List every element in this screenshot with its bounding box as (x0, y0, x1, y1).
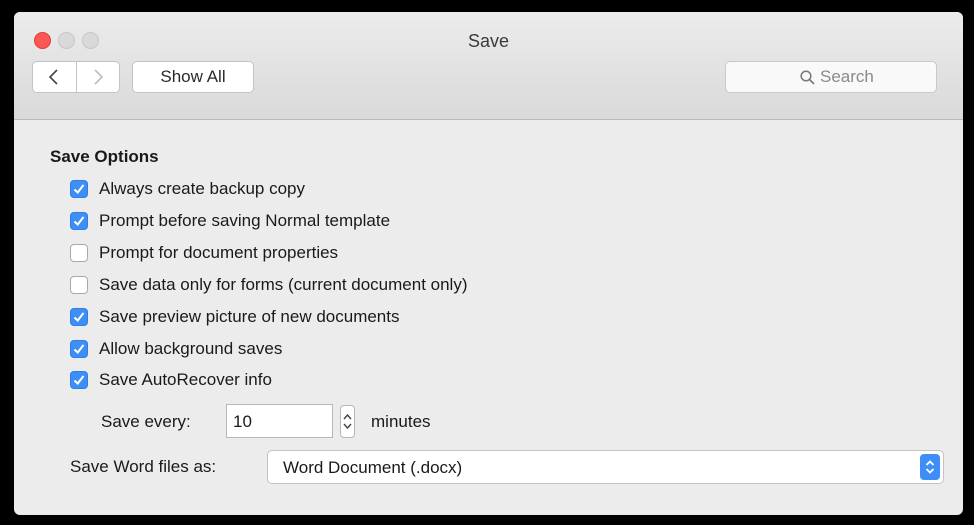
magnifier-icon (800, 70, 815, 85)
option-label: Allow background saves (99, 339, 283, 358)
checkmark-icon (73, 216, 85, 226)
save-every-input[interactable] (233, 411, 323, 433)
checkbox-unchecked[interactable] (70, 244, 88, 262)
navigation-group (32, 61, 120, 93)
file-format-popup[interactable]: Word Document (.docx) (267, 450, 944, 484)
search-field[interactable] (725, 61, 937, 93)
popup-arrow-button[interactable] (920, 454, 940, 480)
up-down-arrows-icon (925, 460, 935, 474)
title-bar: Save Show All (14, 12, 963, 120)
option-label: Save data only for forms (current docume… (99, 275, 468, 294)
file-format-value: Word Document (.docx) (283, 458, 463, 477)
option-label: Prompt for document properties (99, 243, 339, 262)
checkmark-icon (73, 344, 85, 354)
section-title: Save Options (50, 147, 159, 166)
forward-button[interactable] (77, 62, 120, 92)
preferences-window: Save Show All Save Options (14, 12, 963, 515)
checkbox-checked[interactable] (70, 340, 88, 358)
chevron-left-icon (48, 69, 58, 85)
minutes-label: minutes (371, 412, 431, 431)
checkmark-icon (73, 375, 85, 385)
minutes-stepper[interactable] (340, 405, 355, 438)
option-label: Save AutoRecover info (99, 370, 272, 389)
checkbox-unchecked[interactable] (70, 276, 88, 294)
search-input[interactable] (820, 66, 930, 88)
back-button[interactable] (33, 62, 77, 92)
option-label: Prompt before saving Normal template (99, 211, 391, 230)
checkmark-icon (73, 184, 85, 194)
chevron-right-icon (94, 69, 104, 85)
option-label: Save preview picture of new documents (99, 307, 400, 326)
save-every-field[interactable] (226, 404, 333, 438)
checkmark-icon (73, 312, 85, 322)
save-word-files-as-label: Save Word files as: (70, 457, 217, 476)
show-all-button[interactable]: Show All (132, 61, 254, 93)
checkbox-checked[interactable] (70, 180, 88, 198)
up-down-arrows-icon (343, 413, 352, 430)
save-every-label: Save every: (101, 412, 191, 431)
checkbox-checked[interactable] (70, 212, 88, 230)
checkbox-checked[interactable] (70, 371, 88, 389)
window-title: Save (467, 31, 510, 51)
checkbox-checked[interactable] (70, 308, 88, 326)
option-label: Always create backup copy (99, 179, 305, 198)
